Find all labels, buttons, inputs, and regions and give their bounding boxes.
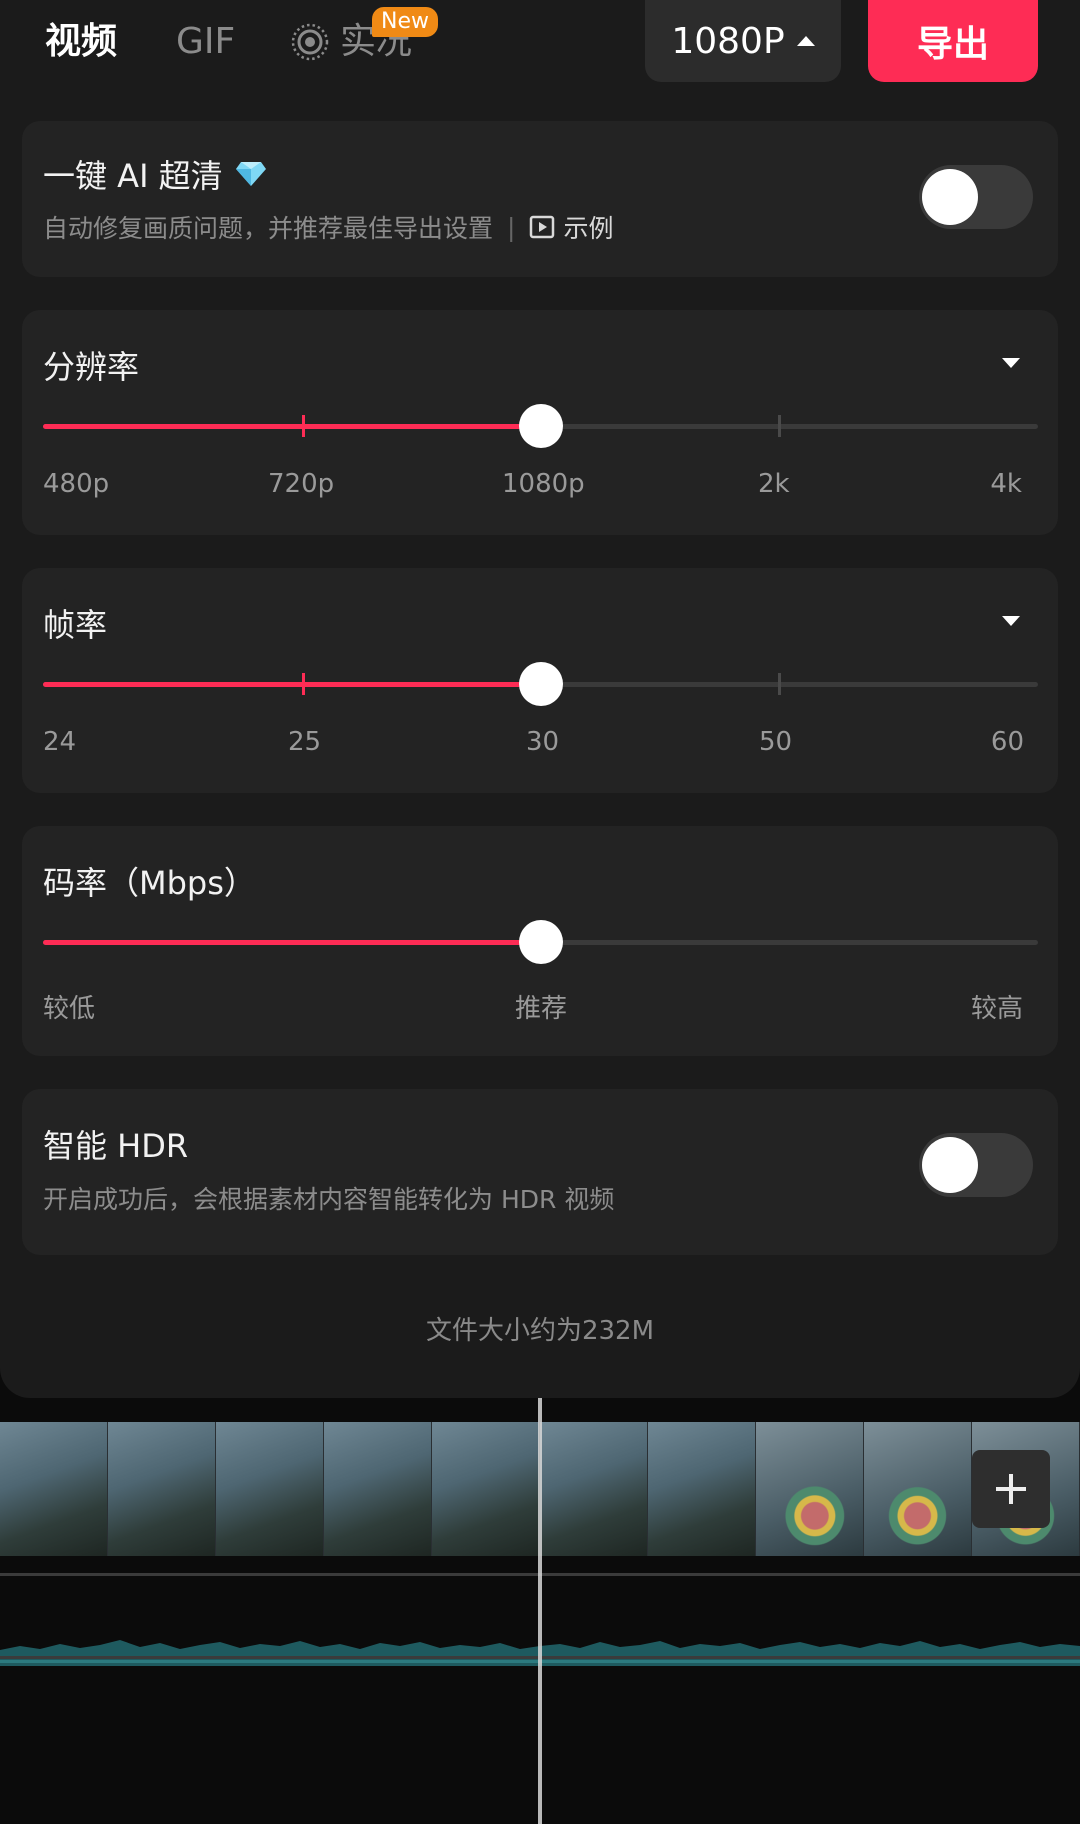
smart-hdr-description: 开启成功后，会根据素材内容智能转化为 HDR 视频: [43, 1185, 615, 1214]
ai-enhance-card: 一键 AI 超清 自动修复画质问题，并推荐最佳导出设置 | 示例: [22, 121, 1058, 277]
resolution-option[interactable]: 1080p: [502, 469, 585, 499]
ai-enhance-toggle[interactable]: [919, 165, 1033, 229]
slider-thumb[interactable]: [518, 404, 563, 448]
ai-enhance-description: 自动修复画质问题，并推荐最佳导出设置: [43, 214, 494, 243]
bitrate-option[interactable]: 较高: [971, 988, 1023, 1025]
export-button[interactable]: 导出: [868, 0, 1038, 82]
clip-thumbnail: [216, 1422, 324, 1556]
export-settings-sheet: 视频 GIF 实况 New 1080P 导出 一键 AI 超清 自动修复画质问题…: [0, 0, 1080, 1398]
ai-enhance-title-row: 一键 AI 超清: [43, 151, 267, 197]
bitrate-card: 码率（Mbps） 较低 推荐 较高: [22, 826, 1058, 1056]
clip-thumbnail: [324, 1422, 432, 1556]
resolution-option[interactable]: 480p: [43, 469, 109, 499]
clip-thumbnail: [540, 1422, 648, 1556]
tab-video[interactable]: 视频: [45, 16, 117, 68]
file-size-estimate: 文件大小约为232M: [425, 1316, 655, 1346]
timeline: [0, 1398, 1080, 1824]
resolution-card: 分辨率 480p 720p 1080p 2k 4k: [22, 310, 1058, 535]
resolution-title: 分辨率: [43, 348, 140, 386]
play-square-icon: [530, 215, 555, 239]
bitrate-option[interactable]: 较低: [43, 988, 95, 1025]
bitrate-title: 码率（Mbps）: [43, 864, 256, 902]
frame-rate-card: 帧率 24 25 30 50 60: [22, 568, 1058, 793]
diamond-icon: [235, 162, 266, 186]
resolution-button-label: 1080P: [671, 20, 785, 62]
toggle-knob: [922, 1137, 978, 1193]
bitrate-labels: 较低 推荐 较高: [43, 988, 1038, 1025]
slider-tick: [778, 673, 781, 695]
toggle-knob: [922, 169, 978, 225]
smart-hdr-toggle[interactable]: [919, 1133, 1033, 1197]
add-clip-button[interactable]: [972, 1450, 1050, 1528]
clip-thumbnail: [0, 1422, 108, 1556]
frame-rate-slider[interactable]: [43, 662, 1038, 706]
chevron-down-icon[interactable]: [1002, 616, 1020, 626]
slider-tick: [302, 673, 305, 695]
slider-thumb[interactable]: [518, 920, 563, 964]
slider-fill: [43, 940, 541, 945]
resolution-labels: 480p 720p 1080p 2k 4k: [43, 469, 1038, 503]
bitrate-option[interactable]: 推荐: [515, 988, 567, 1025]
example-link-label: 示例: [563, 214, 614, 243]
smart-hdr-title: 智能 HDR: [43, 1127, 189, 1165]
bitrate-slider[interactable]: [43, 920, 1038, 964]
frame-rate-title: 帧率: [43, 606, 108, 644]
slider-tick: [302, 415, 305, 437]
ai-enhance-description-row: 自动修复画质问题，并推荐最佳导出设置 | 示例: [43, 209, 613, 245]
frame-rate-option[interactable]: 30: [526, 727, 559, 757]
slider-fill: [43, 682, 541, 687]
resolution-slider[interactable]: [43, 404, 1038, 448]
clip-thumbnail: [864, 1422, 972, 1556]
live-photo-icon: [291, 23, 329, 61]
chevron-down-icon[interactable]: [1002, 358, 1020, 368]
clip-thumbnail: [108, 1422, 216, 1556]
slider-thumb[interactable]: [518, 662, 563, 706]
frame-rate-labels: 24 25 30 50 60: [43, 727, 1038, 761]
separator: |: [507, 212, 516, 242]
slider-tick: [778, 415, 781, 437]
resolution-option[interactable]: 720p: [268, 469, 334, 499]
plus-icon: [996, 1474, 1026, 1504]
caret-up-icon: [796, 36, 815, 46]
playhead[interactable]: [538, 1398, 542, 1824]
clip-thumbnail: [756, 1422, 864, 1556]
frame-rate-option[interactable]: 25: [288, 727, 321, 757]
clip-thumbnail: [648, 1422, 756, 1556]
frame-rate-option[interactable]: 60: [991, 727, 1024, 757]
ai-enhance-title: 一键 AI 超清: [43, 157, 223, 195]
slider-fill: [43, 424, 541, 429]
tab-gif[interactable]: GIF: [176, 16, 235, 68]
resolution-option[interactable]: 4k: [990, 469, 1022, 499]
new-badge: New: [372, 7, 438, 37]
example-link[interactable]: 示例: [529, 209, 613, 245]
frame-rate-option[interactable]: 24: [43, 727, 76, 757]
clip-thumbnail: [432, 1422, 540, 1556]
resolution-button[interactable]: 1080P: [645, 0, 841, 82]
frame-rate-option[interactable]: 50: [759, 727, 792, 757]
smart-hdr-card: 智能 HDR 开启成功后，会根据素材内容智能转化为 HDR 视频: [22, 1089, 1058, 1255]
resolution-option[interactable]: 2k: [758, 469, 790, 499]
